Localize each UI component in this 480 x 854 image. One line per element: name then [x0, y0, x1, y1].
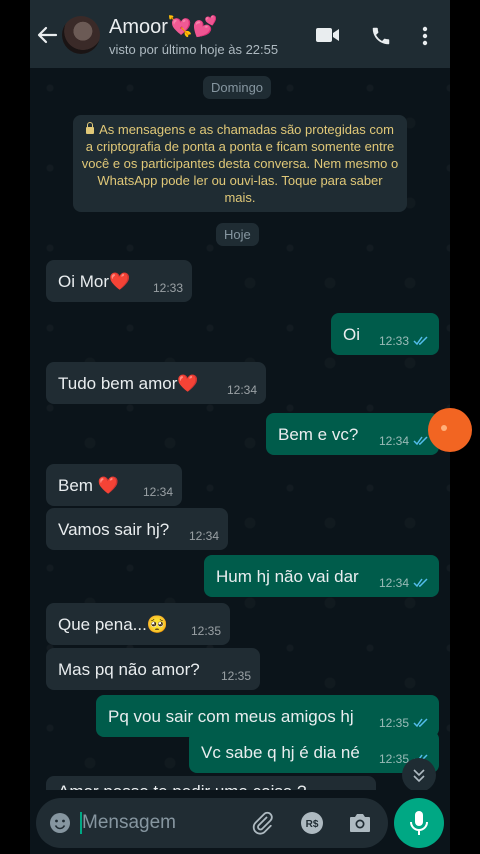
incoming-message[interactable]: Mas pq não amor? 12:35 [46, 648, 260, 690]
composer-bar: Mensagem R$ [30, 790, 450, 854]
message-input[interactable]: Mensagem [82, 812, 176, 834]
message-text: Bem [58, 476, 98, 495]
avatar[interactable] [62, 16, 100, 54]
mic-icon [410, 811, 428, 835]
outgoing-message[interactable]: Oi 12:33 [331, 313, 439, 355]
more-vertical-icon[interactable] [422, 26, 428, 46]
last-seen-status: visto por último hoje às 22:55 [109, 42, 279, 57]
message-text: Mas pq não amor? [58, 660, 200, 679]
message-text: Oi [343, 325, 360, 344]
message-time: 12:35 [378, 716, 409, 730]
floating-bubble-overlay[interactable] [428, 408, 472, 452]
message-time: 12:34 [188, 529, 219, 543]
message-text: Pq vou sair com meus amigos hj [108, 707, 354, 726]
outgoing-message[interactable]: Hum hj não vai dar 12:34 [204, 555, 439, 597]
message-time: 12:34 [142, 485, 173, 499]
message-text: Tudo bem amor [58, 374, 178, 393]
message-time: 12:35 [220, 669, 251, 683]
lock-icon [86, 122, 95, 134]
svg-text:R$: R$ [306, 819, 319, 830]
message-text: Bem e vc? [278, 425, 359, 444]
date-separator-today: Hoje [216, 223, 259, 246]
paperclip-icon[interactable] [250, 811, 274, 835]
read-ticks-icon [413, 436, 429, 446]
video-call-icon[interactable] [316, 26, 340, 44]
message-time: 12:35 [190, 624, 221, 638]
message-text: Vamos sair hj? [58, 520, 170, 539]
message-text: Que pena... [58, 615, 147, 634]
phone-icon[interactable] [370, 25, 392, 47]
message-time: 12:34 [378, 576, 409, 590]
mic-button[interactable] [394, 798, 444, 848]
message-text: Vc sabe q hj é dia né [201, 743, 360, 762]
incoming-message-partial[interactable]: Amor posso te pedir uma coisa ? [46, 776, 376, 790]
floating-bubble-dot [441, 425, 447, 431]
heart-emoji: ❤️ [97, 476, 119, 495]
camera-icon[interactable] [348, 812, 372, 834]
read-ticks-icon [413, 336, 429, 346]
contact-name[interactable]: Amoor💘💕 [109, 14, 218, 39]
outgoing-message[interactable]: Bem e vc? 12:34 [266, 413, 439, 455]
message-text: Amor posso te pedir uma coisa ? [58, 782, 307, 790]
message-time: 12:34 [226, 383, 257, 397]
chat-header: Amoor💘💕 visto por último hoje às 22:55 [30, 0, 450, 68]
arrow-left-icon[interactable] [36, 24, 58, 46]
read-ticks-icon [413, 578, 429, 588]
message-time: 12:33 [152, 281, 183, 295]
encryption-notice-text: As mensagens e as chamadas são protegida… [81, 122, 399, 205]
incoming-message[interactable]: Oi Mor❤️ 12:33 [46, 260, 192, 302]
message-list[interactable]: Domingo As mensagens e as chamadas são p… [30, 68, 450, 790]
incoming-message[interactable]: Vamos sair hj? 12:34 [46, 508, 228, 550]
encryption-notice[interactable]: As mensagens e as chamadas são protegida… [73, 115, 407, 212]
pleading-face-emoji: 🥺 [146, 615, 169, 634]
scroll-down-icon [413, 769, 425, 783]
emoji-icon[interactable] [48, 811, 72, 835]
heart-emoji: ❤️ [177, 374, 199, 393]
payment-rs-icon[interactable]: R$ [300, 811, 324, 835]
message-text: Hum hj não vai dar [216, 567, 359, 586]
incoming-message[interactable]: Tudo bem amor❤️ 12:34 [46, 362, 266, 404]
scroll-down-button[interactable] [402, 758, 436, 790]
incoming-message[interactable]: Bem ❤️ 12:34 [46, 464, 182, 506]
whatsapp-chat-screen: Amoor💘💕 visto por último hoje às 22:55 D… [30, 0, 450, 854]
heart-emoji: ❤️ [109, 272, 131, 291]
read-ticks-icon [413, 718, 429, 728]
date-separator-sunday: Domingo [203, 76, 272, 99]
message-time: 12:33 [378, 334, 409, 348]
message-time: 12:34 [378, 434, 409, 448]
message-input-box[interactable]: Mensagem R$ [36, 798, 388, 848]
incoming-message[interactable]: Que pena...🥺 12:35 [46, 603, 230, 645]
message-text: Oi Mor [58, 272, 109, 291]
